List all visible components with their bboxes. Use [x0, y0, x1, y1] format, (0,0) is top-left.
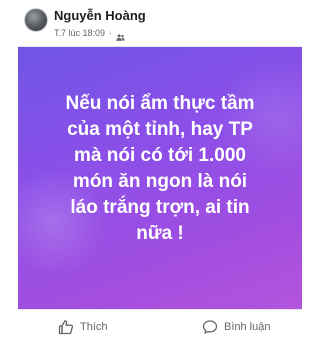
- post-image[interactable]: Nếu nói ẩm thực tầm của một tỉnh, hay TP…: [18, 46, 302, 310]
- post-text-line: mà nói có tới 1.000: [74, 145, 246, 166]
- post-header: Nguyễn Hoàng T.7 lúc 18:09 ·: [0, 0, 320, 48]
- author-name[interactable]: Nguyễn Hoàng: [54, 8, 146, 24]
- thumbs-up-icon: [58, 319, 74, 335]
- post-text-line: nữa !: [136, 223, 184, 244]
- comment-icon: [202, 319, 218, 335]
- post-timestamp[interactable]: T.7 lúc 18:09: [54, 27, 105, 39]
- comment-label: Bình luận: [224, 321, 271, 333]
- post-text: Nếu nói ẩm thực tầm của một tỉnh, hay TP…: [32, 91, 288, 247]
- post-action-bar: Thích Bình luận: [0, 312, 320, 342]
- comment-button[interactable]: Bình luận: [202, 316, 270, 338]
- post-text-line: Nếu nói ẩm thực tầm: [65, 93, 255, 114]
- post-meta: T.7 lúc 18:09 ·: [54, 27, 125, 41]
- like-button[interactable]: Thích: [58, 316, 108, 338]
- avatar[interactable]: [24, 8, 48, 32]
- post-text-line: của một tỉnh, hay TP: [67, 119, 253, 140]
- post-text-line: láo trắng trợn, ai tin: [70, 197, 250, 218]
- like-label: Thích: [80, 321, 108, 333]
- meta-separator: ·: [109, 28, 113, 38]
- friends-icon[interactable]: [116, 29, 125, 41]
- facebook-post: Nguyễn Hoàng T.7 lúc 18:09 · Nếu nói ẩm …: [0, 0, 320, 342]
- post-text-line: món ăn ngon là nói: [72, 171, 248, 192]
